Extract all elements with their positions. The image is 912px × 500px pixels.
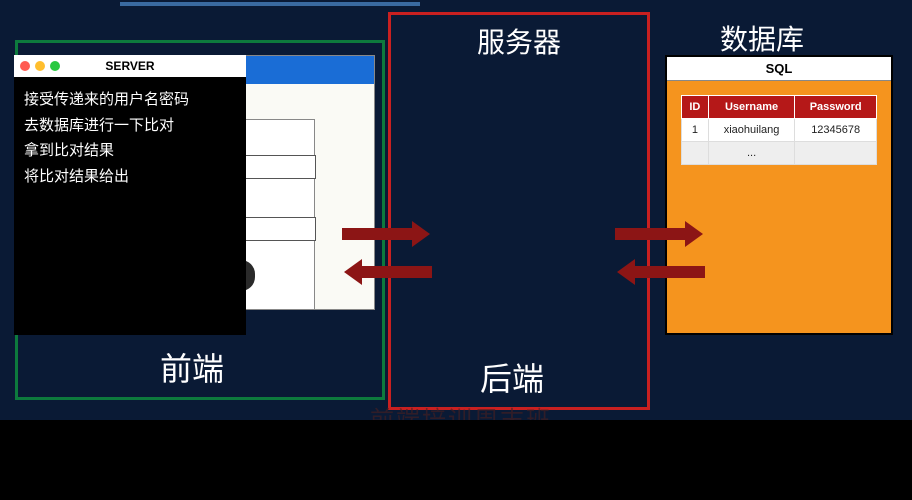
server-traffic-lights [20,61,60,71]
arrow-right-icon [342,228,412,240]
arrow-right-icon [615,228,685,240]
col-username: Username [708,96,795,119]
server-line: 将比对结果给出 [24,164,236,190]
server-window-title: SERVER [105,59,154,73]
arrow-left-icon [362,266,432,278]
cell-username: ... [708,142,795,165]
col-password: Password [795,96,877,119]
cell-id [682,142,709,165]
cell-password: 12345678 [795,119,877,142]
database-table: ID Username Password 1 xiaohuilang 12345… [681,95,877,165]
maximize-icon[interactable] [50,61,60,71]
server-line: 去数据库进行一下比对 [24,113,236,139]
backend-panel: 服务器 [388,12,650,410]
table-row: 1 xiaohuilang 12345678 [682,119,877,142]
server-line: 拿到比对结果 [24,138,236,164]
server-window: SERVER 接受传递来的用户名密码 去数据库进行一下比对 拿到比对结果 将比对… [14,55,246,335]
database-window: SQL ID Username Password 1 xiaohuilang 1… [665,55,893,335]
server-body: 接受传递来的用户名密码 去数据库进行一下比对 拿到比对结果 将比对结果给出 [14,77,246,199]
arrow-frontend-backend [342,228,432,278]
server-line: 接受传递来的用户名密码 [24,87,236,113]
table-header-row: ID Username Password [682,96,877,119]
database-window-title: SQL [766,61,793,76]
frontend-label: 前端 [160,344,224,390]
database-title: 数据库 [720,18,804,58]
close-icon[interactable] [20,61,30,71]
server-titlebar: SERVER [14,55,246,77]
database-titlebar: SQL [667,57,891,81]
table-row: ... [682,142,877,165]
arrow-backend-database [615,228,705,278]
cell-username: xiaohuilang [708,119,795,142]
col-id: ID [682,96,709,119]
arrow-left-icon [635,266,705,278]
diagram: Chrome 用户名 密 码 登 录 服务器 SERVER [0,0,912,420]
server-title: 服务器 [391,15,647,67]
cell-id: 1 [682,119,709,142]
cell-password [795,142,877,165]
minimize-icon[interactable] [35,61,45,71]
bottom-bar [0,420,912,500]
backend-label: 后端 [480,354,544,400]
